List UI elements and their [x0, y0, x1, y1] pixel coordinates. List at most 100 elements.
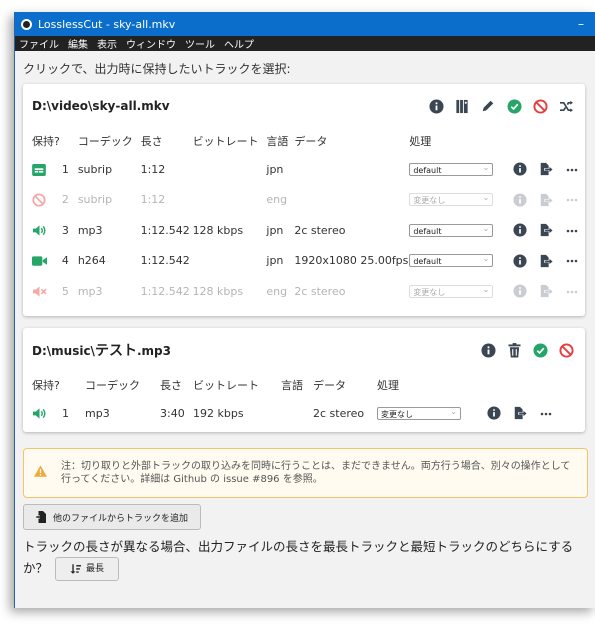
minimize-button[interactable]: –: [566, 17, 595, 31]
menu-bar: ファイル 編集 表示 ウィンドウ ツール ヘルプ: [15, 36, 595, 51]
app-icon: [21, 18, 32, 30]
extract-file-icon[interactable]: [539, 193, 553, 207]
track-index: 5: [61, 284, 69, 298]
warning-text: 注：切り取りと外部トラックの取り込みを同時に行うことは、まだできません。両方行う…: [61, 461, 571, 485]
more-icon[interactable]: [540, 412, 552, 416]
header-data: データ: [294, 135, 328, 148]
track-index: 4: [61, 254, 69, 268]
header-bitrate: ビットレート: [192, 135, 259, 148]
more-icon[interactable]: [566, 290, 578, 294]
more-icon[interactable]: [566, 229, 578, 233]
add-track-label: 他のファイルからトラックを追加: [53, 513, 189, 524]
video-camera-icon[interactable]: [32, 255, 47, 267]
menu-file[interactable]: ファイル: [19, 36, 59, 51]
info-icon[interactable]: [513, 162, 527, 176]
track-table: 保持? コーデック 長さ ビットレート 言語 データ 処理 1 subrip 1…: [23, 128, 585, 307]
extract-file-icon[interactable]: [539, 223, 553, 237]
check-circle-icon[interactable]: [503, 95, 525, 117]
track-table: 保持? コーデック 長さ ビットレート 言語 データ 処理 1 mp3 3:40…: [23, 372, 559, 429]
info-icon[interactable]: [513, 223, 527, 237]
table-row: 1 subrip 1:12 jpn default: [23, 154, 585, 185]
subtitle-icon[interactable]: [32, 163, 46, 176]
more-icon[interactable]: [566, 259, 578, 263]
volume-mute-icon[interactable]: [32, 285, 47, 298]
menu-help[interactable]: ヘルプ: [224, 36, 254, 51]
info-icon[interactable]: [477, 339, 499, 361]
info-icon[interactable]: [513, 284, 527, 298]
ban-icon[interactable]: [555, 339, 577, 361]
volume-icon[interactable]: [32, 407, 47, 420]
track-index: 1: [61, 162, 69, 176]
extract-file-icon[interactable]: [539, 284, 553, 298]
chapters-icon[interactable]: [451, 95, 473, 117]
disposition-select[interactable]: 変更なし: [409, 283, 494, 298]
warning-icon: [34, 465, 47, 481]
track-lang: [281, 398, 313, 429]
track-codec: mp3: [85, 406, 110, 420]
edit-pencil-icon[interactable]: [477, 95, 499, 117]
header-codec: コーデック: [85, 379, 140, 392]
track-bitrate: [193, 246, 267, 277]
disposition-select[interactable]: default: [409, 222, 494, 237]
track-data: [294, 185, 409, 216]
warning-box: 注：切り取りと外部トラックの取り込みを同時に行うことは、まだできません。両方行う…: [23, 448, 588, 498]
disposition-select[interactable]: 変更なし: [409, 191, 494, 207]
disposition-select[interactable]: 変更なし: [377, 405, 461, 420]
track-length: 1:12.542: [140, 223, 190, 237]
ban-icon[interactable]: [32, 193, 46, 207]
track-data: 2c stereo: [294, 223, 346, 237]
track-lang: eng: [266, 193, 288, 207]
track-codec: subrip: [77, 193, 113, 207]
longest-label: 最長: [86, 563, 105, 574]
track-lang: jpn: [266, 223, 284, 237]
header-length: 長さ: [160, 379, 182, 392]
info-icon[interactable]: [487, 406, 501, 420]
info-icon[interactable]: [425, 95, 447, 117]
shuffle-icon[interactable]: [555, 95, 577, 117]
track-length: 1:12.542: [140, 254, 190, 268]
longest-button[interactable]: 最長: [55, 557, 120, 581]
main-content: クリックで、出力時に保持したいトラックを選択: D:\video\sky-all…: [15, 60, 595, 581]
track-data: 2c stereo: [294, 284, 346, 298]
header-keep: 保持?: [32, 379, 60, 392]
check-circle-icon[interactable]: [529, 339, 551, 361]
file-header: D:\video\sky-all.mkv: [23, 84, 585, 128]
menu-tools[interactable]: ツール: [185, 36, 215, 51]
header-action: 処理: [409, 135, 432, 148]
more-icon[interactable]: [566, 198, 578, 202]
track-bitrate: 192 kbps: [193, 406, 244, 420]
app-window: LosslessCut - sky-all.mkv – ファイル 編集 表示 ウ…: [14, 12, 595, 608]
track-codec: mp3: [77, 223, 103, 237]
header-lang: 言語: [281, 379, 303, 392]
track-length: 3:40: [160, 406, 185, 420]
trash-icon[interactable]: [503, 339, 525, 361]
extract-file-icon[interactable]: [539, 162, 553, 176]
info-icon[interactable]: [513, 193, 527, 207]
menu-view[interactable]: 表示: [97, 36, 117, 51]
title-bar: LosslessCut - sky-all.mkv –: [15, 12, 595, 36]
volume-icon[interactable]: [32, 224, 47, 237]
track-data: 1920x1080 25.00fps: [294, 254, 409, 268]
disposition-select[interactable]: default: [409, 161, 494, 176]
menu-window[interactable]: ウィンドウ: [126, 36, 176, 51]
track-bitrate: [193, 154, 267, 185]
info-icon[interactable]: [513, 254, 527, 268]
sort-icon: [70, 564, 81, 574]
table-row: 1 mp3 3:40 192 kbps 2c stereo 変更なし: [23, 398, 559, 429]
window-title: LosslessCut - sky-all.mkv: [38, 17, 176, 31]
track-bitrate: [193, 185, 267, 216]
extract-file-icon[interactable]: [513, 406, 527, 420]
track-bitrate: 128 kbps: [192, 223, 244, 237]
track-codec: h264: [77, 254, 106, 268]
ban-icon[interactable]: [529, 95, 551, 117]
menu-edit[interactable]: 編集: [68, 36, 88, 51]
disposition-select[interactable]: default: [409, 252, 494, 268]
file-path-prefix: D:\music\: [32, 344, 95, 358]
extract-file-icon[interactable]: [539, 254, 553, 268]
track-data: 2c stereo: [313, 406, 365, 420]
more-icon[interactable]: [566, 168, 578, 172]
file-card-music: D:\music\テスト.mp3 保持? コーデック 長さ ビットレート 言語 …: [23, 328, 585, 432]
add-track-from-file-button[interactable]: 他のファイルからトラックを追加: [23, 504, 202, 530]
table-header-row: 保持? コーデック 長さ ビットレート 言語 データ 処理: [23, 128, 585, 154]
header-data: データ: [313, 379, 346, 392]
